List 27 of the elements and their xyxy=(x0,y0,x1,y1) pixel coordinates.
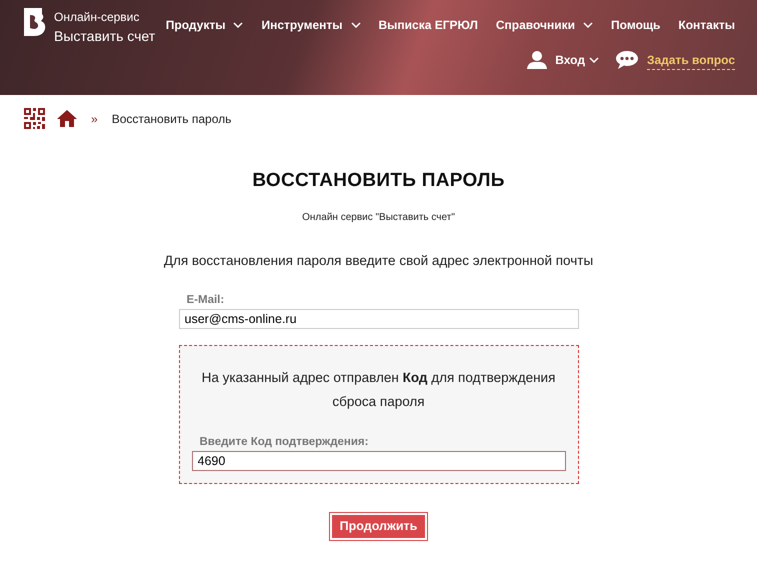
brand-name[interactable]: Выставить счет xyxy=(54,26,156,47)
email-label: E-Mail: xyxy=(186,292,226,308)
instruction-text: Для восстановления пароля введите свой адрес электронной почты xyxy=(164,252,594,270)
nav-link[interactable]: Помощь xyxy=(611,16,660,34)
continue-button[interactable]: Продолжить xyxy=(330,513,428,540)
page-title: ВОССТАНОВИТЬ ПАРОЛЬ xyxy=(252,169,505,193)
logo-icon xyxy=(24,8,46,36)
page-subtitle: Онлайн сервис "Выставить счет" xyxy=(302,210,455,224)
code-field[interactable]: 4690 xyxy=(192,451,566,472)
login-link[interactable]: Вход xyxy=(555,51,585,69)
confirmation-message: На указанный адрес отправлен Код для подтверждения сброса пароля xyxy=(200,369,556,411)
user-icon xyxy=(527,51,548,69)
code-label: Введите Код подтверждения: xyxy=(200,435,370,450)
email-field[interactable]: user@cms-online.ru xyxy=(178,309,578,329)
nav-link[interactable]: Справочники xyxy=(496,16,576,34)
brand-subtitle: Онлайн-сервис xyxy=(54,9,140,26)
home-icon[interactable] xyxy=(57,110,77,127)
nav-link[interactable]: Выписка ЕГРЮЛ xyxy=(378,16,478,34)
chat-bubble-icon xyxy=(614,50,639,70)
nav-link[interactable]: Контакты xyxy=(678,16,735,34)
nav-link[interactable]: Инструменты xyxy=(261,16,343,34)
breadcrumb-current: Восстановить пароль xyxy=(112,110,232,128)
qr-code-icon[interactable] xyxy=(24,108,45,129)
breadcrumb-separator: » xyxy=(90,110,99,128)
ask-question-link[interactable]: Задать вопрос xyxy=(646,50,735,70)
chevron-icon xyxy=(588,57,599,63)
nav-link[interactable]: Продукты xyxy=(166,16,226,34)
